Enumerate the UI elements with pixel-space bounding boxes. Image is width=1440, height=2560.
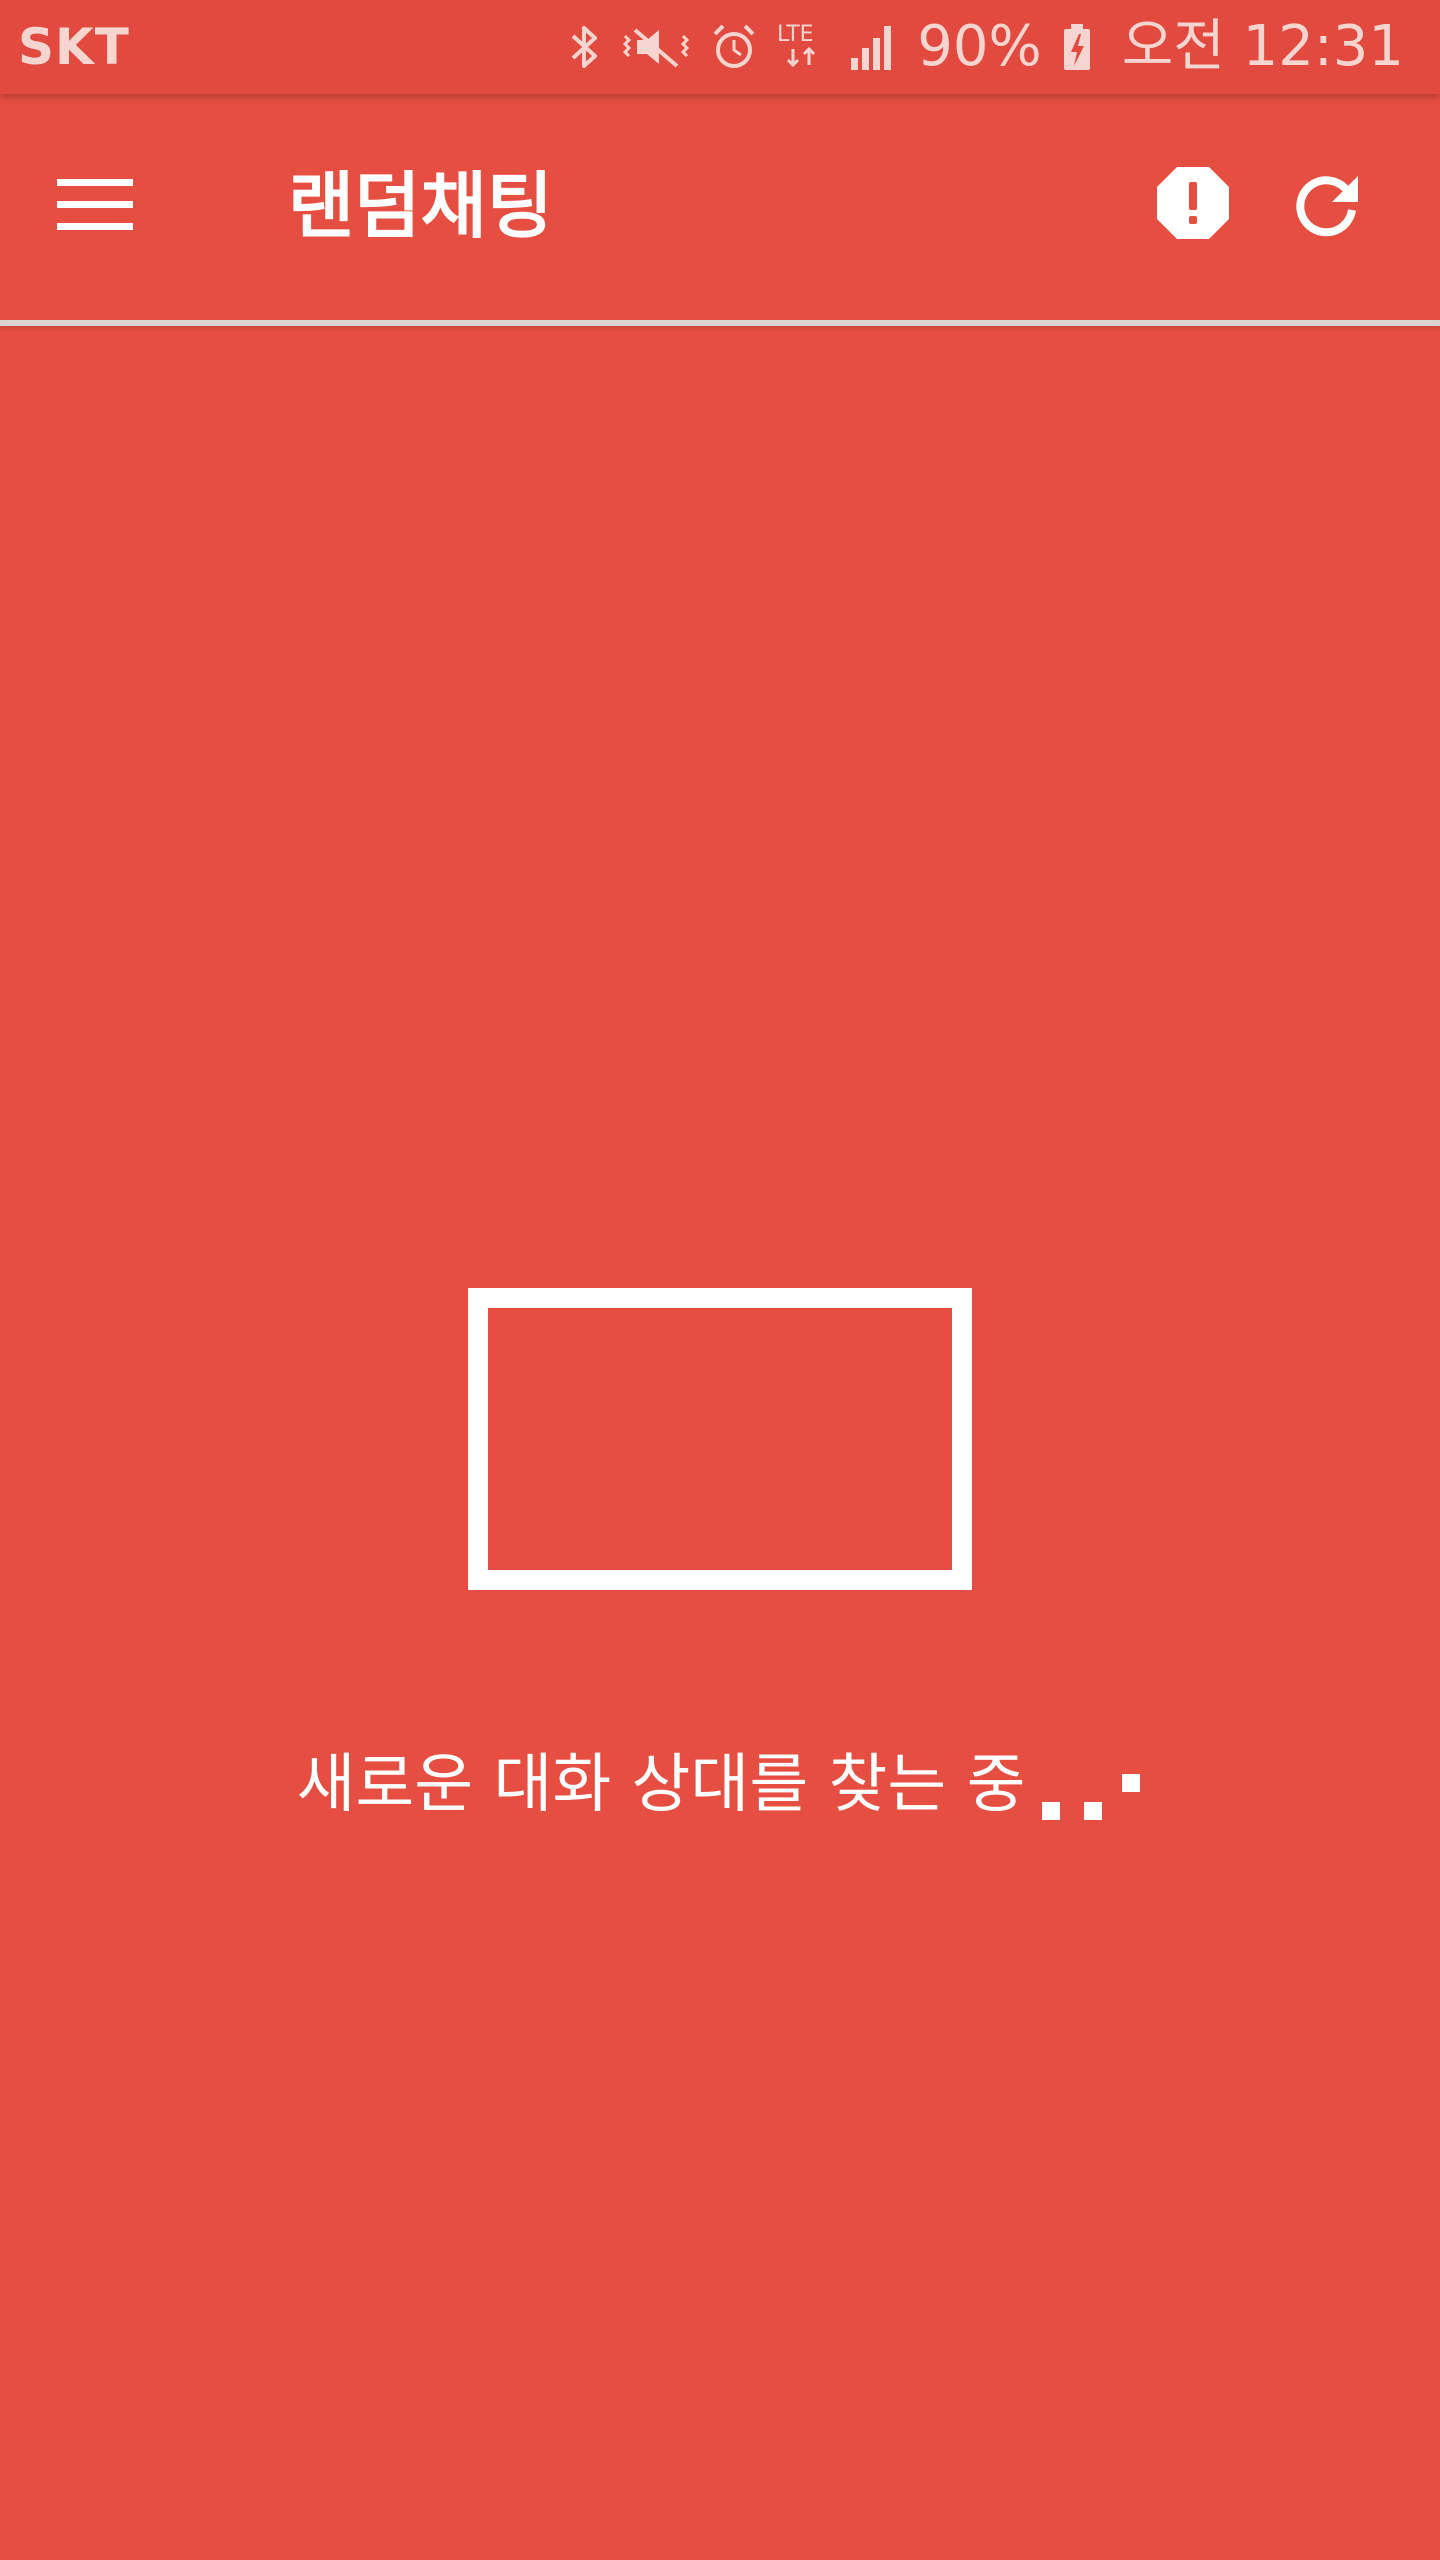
menu-button[interactable] xyxy=(40,152,150,262)
refresh-button[interactable] xyxy=(1272,150,1382,260)
status-message: 새로운 대화 상대를 찾는 중 xyxy=(0,1740,1440,1830)
carrier-name: SKT xyxy=(18,18,130,76)
report-alert-icon xyxy=(1155,165,1231,245)
status-message-text: 새로운 대화 상대를 찾는 중 xyxy=(296,1748,1026,1822)
report-button[interactable] xyxy=(1138,150,1248,260)
status-icons: LTE 90% 오전 12:31 xyxy=(567,14,1404,80)
loading-dots-indicator xyxy=(1034,1740,1144,1830)
battery-percent: 90% xyxy=(917,14,1042,79)
clock: 오전 12:31 xyxy=(1121,14,1404,79)
bluetooth-icon xyxy=(567,22,601,72)
status-bar: SKT LTE 90% 오전 12:31 xyxy=(0,0,1440,94)
hamburger-menu-icon xyxy=(57,177,133,237)
loading-dot xyxy=(1121,1774,1140,1792)
loading-frame xyxy=(468,1288,972,1590)
signal-icon xyxy=(849,22,897,72)
page-title: 랜덤채팅 xyxy=(288,164,553,248)
loading-dot xyxy=(1083,1802,1102,1820)
battery-charging-icon xyxy=(1062,22,1092,72)
alarm-icon xyxy=(711,22,757,72)
app-bar: 랜덤채팅 xyxy=(0,94,1440,326)
lte-icon: LTE xyxy=(777,19,829,75)
refresh-icon xyxy=(1292,168,1362,242)
vibrate-mute-icon xyxy=(621,22,691,72)
svg-text:LTE: LTE xyxy=(777,22,814,47)
loading-dot xyxy=(1041,1802,1060,1820)
